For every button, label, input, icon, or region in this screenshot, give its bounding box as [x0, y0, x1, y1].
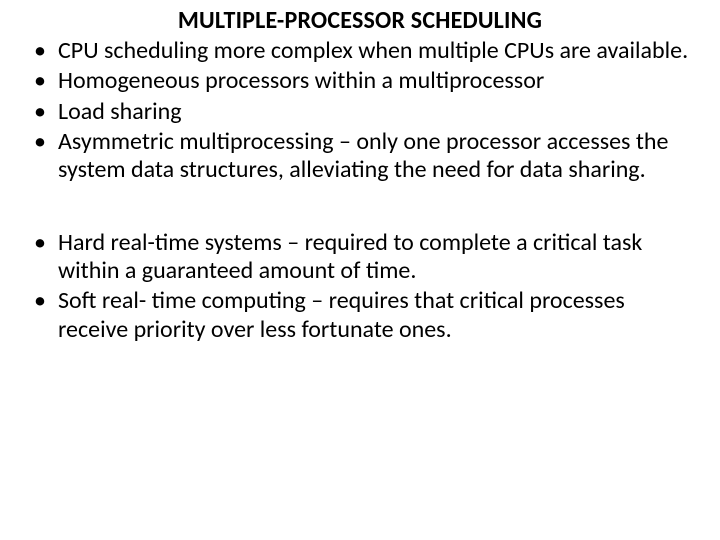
list-item: Asymmetric multiprocessing – only one pr… [58, 128, 700, 185]
spacer [20, 187, 700, 229]
list-item: Load sharing [58, 98, 700, 126]
list-item: Homogeneous processors within a multipro… [58, 67, 700, 95]
list-item: CPU scheduling more complex when multipl… [58, 37, 700, 65]
list-item: Soft real- time computing – requires tha… [58, 287, 700, 344]
bullet-list-1: CPU scheduling more complex when multipl… [20, 37, 700, 185]
bullet-list-2: Hard real-time systems – required to com… [20, 229, 700, 344]
list-item: Hard real-time systems – required to com… [58, 229, 700, 286]
slide-title: MULTIPLE-PROCESSOR SCHEDULING [20, 6, 700, 35]
slide: MULTIPLE-PROCESSOR SCHEDULING CPU schedu… [0, 0, 720, 540]
